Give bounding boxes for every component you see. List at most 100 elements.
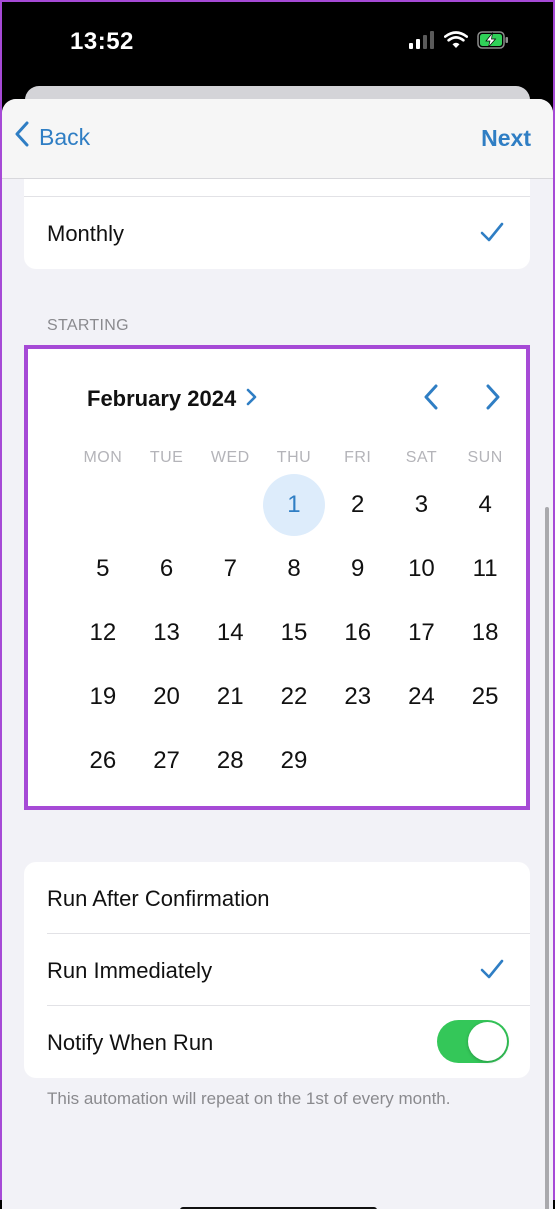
chevron-right-small-icon — [246, 386, 257, 412]
empty-day-cell — [71, 473, 135, 537]
day-number: 16 — [344, 619, 372, 646]
day-9[interactable]: 9 — [326, 537, 390, 601]
navigation-bar: Back Next — [2, 99, 553, 179]
weekday-label: SAT — [405, 449, 438, 466]
days-grid: 1 2 3 4 5 6 7 8 9 10 11 12 13 14 15 16 17 18 19 20 21 22 23 24 2… — [71, 473, 517, 793]
day-12[interactable]: 12 — [71, 601, 135, 665]
day-number: 14 — [216, 619, 244, 646]
day-number: 19 — [89, 683, 117, 710]
back-button[interactable]: Back — [14, 121, 90, 153]
divider — [47, 1005, 530, 1006]
chevron-left-icon — [14, 121, 29, 153]
month-year-button[interactable]: February 2024 — [87, 386, 257, 412]
day-10[interactable]: 10 — [390, 537, 454, 601]
toggle-knob — [468, 1022, 507, 1061]
next-button[interactable]: Next — [481, 125, 531, 152]
empty-day-cell — [135, 473, 199, 537]
day-29[interactable]: 29 — [262, 729, 326, 793]
day-number: 26 — [89, 747, 117, 774]
day-14[interactable]: 14 — [198, 601, 262, 665]
day-number: 11 — [472, 555, 498, 582]
day-number: 20 — [153, 683, 180, 710]
day-number: 28 — [216, 747, 244, 774]
cellular-signal-icon — [409, 31, 435, 54]
day-number: 21 — [216, 683, 244, 710]
day-number: 9 — [351, 555, 365, 582]
day-number: 4 — [478, 491, 492, 518]
weekday-label: WED — [210, 449, 250, 466]
weekday-label: THU — [276, 449, 312, 466]
day-17[interactable]: 17 — [390, 601, 454, 665]
day-4[interactable]: 4 — [453, 473, 517, 537]
weekday-header: MON TUE WED THU FRI SAT SUN — [71, 449, 517, 467]
run-after-confirmation-option[interactable]: Run After Confirmation — [47, 886, 270, 912]
day-27[interactable]: 27 — [135, 729, 199, 793]
day-number: 15 — [280, 619, 308, 646]
checkmark-icon — [480, 958, 504, 985]
chevron-left-icon — [423, 384, 439, 414]
previous-month-button[interactable] — [423, 384, 439, 415]
day-16[interactable]: 16 — [326, 601, 390, 665]
notify-when-run-label: Notify When Run — [47, 1030, 214, 1055]
day-13[interactable]: 13 — [135, 601, 199, 665]
weekday-label: MON — [83, 449, 123, 466]
notify-when-run-toggle[interactable] — [437, 1020, 509, 1063]
day-5[interactable]: 5 — [71, 537, 135, 601]
scrollbar[interactable] — [545, 507, 549, 1209]
day-number: 24 — [408, 683, 435, 710]
run-options-card: Run After Confirmation Run Immediately N… — [24, 862, 530, 1078]
day-26[interactable]: 26 — [71, 729, 135, 793]
day-number: 23 — [344, 683, 372, 710]
weekday-label: SUN — [467, 449, 503, 466]
day-number: 5 — [96, 555, 110, 582]
checkmark-icon — [480, 221, 504, 248]
next-month-button[interactable] — [485, 384, 501, 415]
day-2[interactable]: 2 — [326, 473, 390, 537]
weekday-label: FRI — [344, 449, 372, 466]
day-number: 3 — [414, 491, 429, 518]
status-bar: 13:52 — [0, 0, 555, 88]
selected-day-1[interactable]: 1 — [262, 473, 326, 537]
day-number: 6 — [159, 555, 174, 582]
day-number: 17 — [408, 619, 435, 646]
status-time: 13:52 — [70, 28, 134, 55]
status-icons — [409, 31, 509, 54]
day-number: 10 — [408, 555, 435, 582]
day-number: 12 — [89, 619, 117, 646]
day-28[interactable]: 28 — [198, 729, 262, 793]
day-number: 13 — [153, 619, 180, 646]
frequency-card: Monthly — [24, 179, 530, 269]
day-15[interactable]: 15 — [262, 601, 326, 665]
day-number: 22 — [280, 683, 308, 710]
day-number: 18 — [471, 619, 499, 646]
day-22[interactable]: 22 — [262, 665, 326, 729]
day-number: 8 — [287, 555, 301, 582]
day-19[interactable]: 19 — [71, 665, 135, 729]
day-20[interactable]: 20 — [135, 665, 199, 729]
day-6[interactable]: 6 — [135, 537, 199, 601]
day-11[interactable]: 11 — [453, 537, 517, 601]
day-8[interactable]: 8 — [262, 537, 326, 601]
day-3[interactable]: 3 — [390, 473, 454, 537]
day-number: 25 — [471, 683, 499, 710]
day-24[interactable]: 24 — [390, 665, 454, 729]
empty-day-cell — [198, 473, 262, 537]
repeat-footnote: This automation will repeat on the 1st o… — [47, 1089, 451, 1108]
monthly-option[interactable]: Monthly — [47, 221, 124, 247]
chevron-right-icon — [485, 384, 501, 414]
day-21[interactable]: 21 — [198, 665, 262, 729]
divider — [24, 196, 530, 197]
day-number: 1 — [262, 474, 325, 536]
weekday-label: TUE — [149, 449, 184, 466]
day-18[interactable]: 18 — [453, 601, 517, 665]
wifi-icon — [443, 31, 469, 54]
day-25[interactable]: 25 — [453, 665, 517, 729]
day-7[interactable]: 7 — [198, 537, 262, 601]
month-year-label: February 2024 — [87, 386, 237, 411]
automation-sheet: Back Next Monthly STARTING February 2024 — [2, 99, 553, 1209]
battery-charging-icon — [477, 31, 509, 54]
day-23[interactable]: 23 — [326, 665, 390, 729]
back-label: Back — [39, 123, 91, 150]
run-immediately-option[interactable]: Run Immediately — [47, 958, 212, 984]
day-number: 29 — [280, 747, 308, 774]
